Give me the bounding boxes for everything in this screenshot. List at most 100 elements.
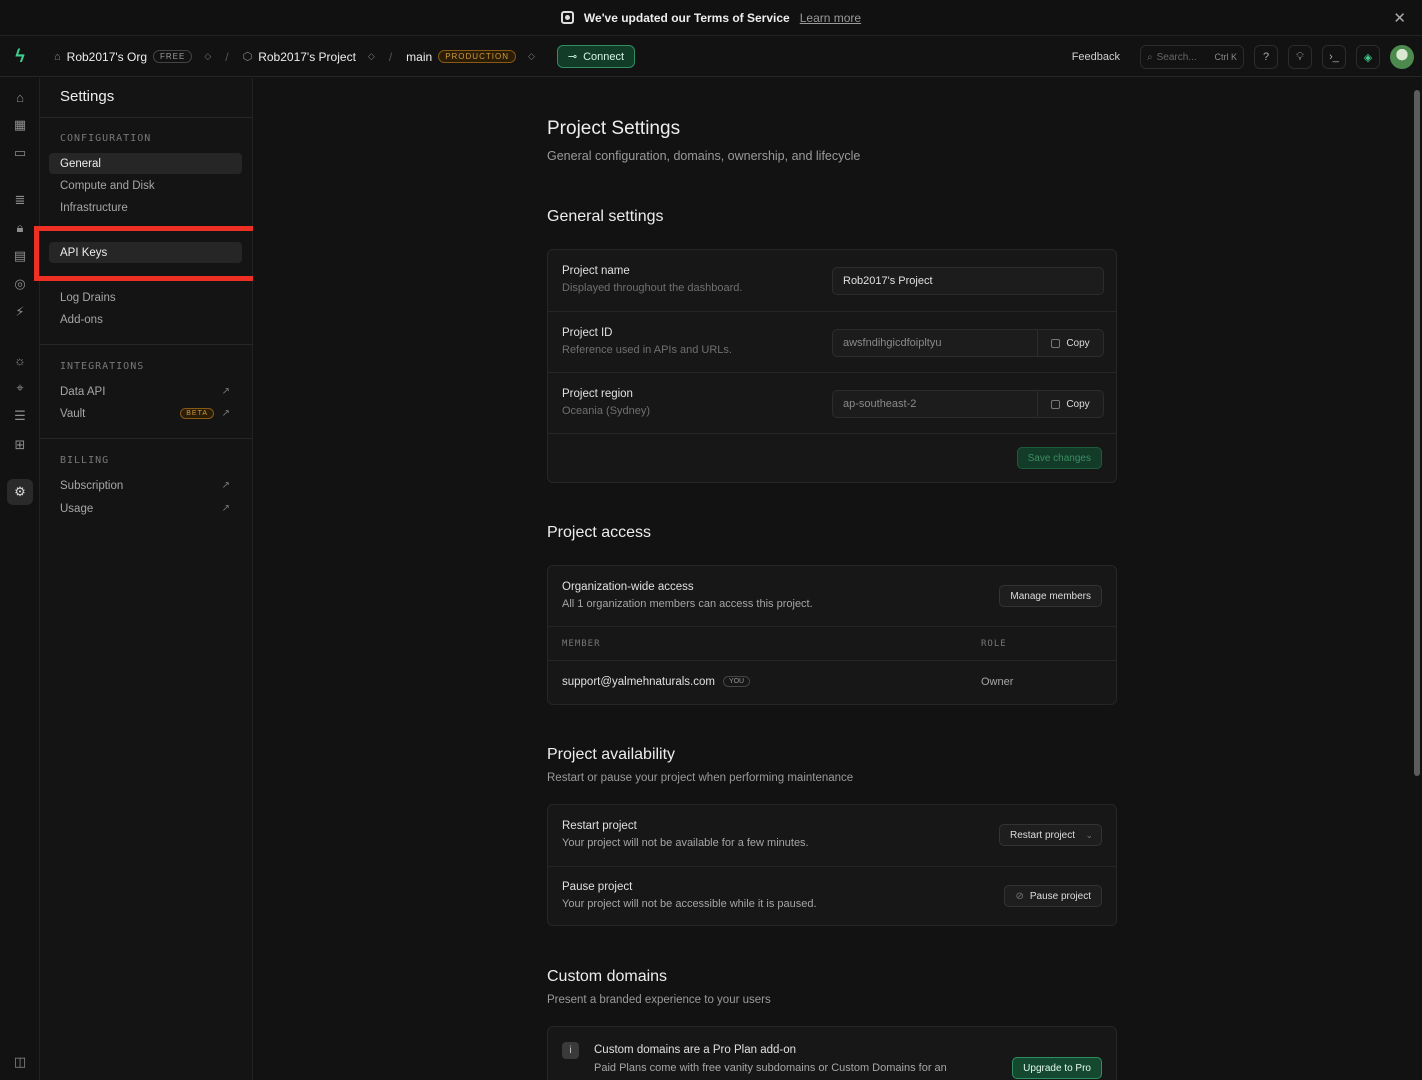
project-access-card: Organization-wide access All 1 organizat… bbox=[547, 565, 1117, 705]
connect-button[interactable]: ⊸ Connect bbox=[556, 45, 636, 68]
sidebar-item-general[interactable]: General bbox=[49, 153, 242, 174]
org-name[interactable]: Rob2017's Org bbox=[67, 50, 147, 64]
storage-icon[interactable]: ▤ bbox=[11, 247, 29, 265]
section-integrations: INTEGRATIONS bbox=[60, 361, 145, 372]
project-region-value: ap-southeast-2 bbox=[843, 398, 917, 410]
breadcrumb-separator: / bbox=[225, 49, 229, 64]
copy-icon bbox=[1051, 399, 1061, 409]
help-icon[interactable]: ? bbox=[1254, 45, 1278, 69]
sidebar-item-vault[interactable]: Vault BETA ↗ bbox=[49, 403, 242, 424]
general-settings-card: Project name Displayed throughout the da… bbox=[547, 249, 1117, 483]
breadcrumb-separator: / bbox=[388, 49, 393, 64]
copy-label: Copy bbox=[1066, 337, 1090, 349]
sidebar-item-log-drains[interactable]: Log Drains bbox=[49, 287, 242, 308]
supabase-logo-icon[interactable]: ϟ bbox=[0, 37, 40, 77]
sidebar-item-compute-disk[interactable]: Compute and Disk bbox=[49, 175, 242, 196]
pause-label-text: Pause project bbox=[1029, 890, 1091, 902]
manage-members-button[interactable]: Manage members bbox=[999, 585, 1102, 607]
project-name[interactable]: Rob2017's Project bbox=[258, 50, 356, 64]
search-input[interactable]: ⌕ Search... Ctrl K bbox=[1140, 45, 1244, 69]
sidebar-item-data-api[interactable]: Data API ↗ bbox=[49, 381, 242, 402]
advisors-icon[interactable]: ☼ bbox=[11, 351, 29, 369]
divider bbox=[40, 117, 253, 118]
section-billing: BILLING bbox=[60, 455, 110, 466]
realtime-icon[interactable]: ◎ bbox=[11, 275, 29, 293]
breadcrumb: ⌂ Rob2017's Org FREE ◇ / ⬡ Rob2017's Pro… bbox=[54, 50, 535, 64]
sidebar-item-subscription[interactable]: Subscription ↗ bbox=[49, 475, 242, 496]
branch-name[interactable]: main bbox=[406, 50, 432, 64]
info-icon bbox=[560, 11, 574, 24]
table-row: support@yalmehnaturals.com YOU Owner bbox=[548, 660, 1116, 704]
project-icon: ⬡ bbox=[242, 51, 253, 63]
close-icon[interactable]: ✕ bbox=[1393, 9, 1406, 27]
info-icon: i bbox=[562, 1042, 579, 1059]
org-plan-badge: FREE bbox=[153, 50, 193, 63]
member-email: support@yalmehnaturals.com YOU bbox=[562, 676, 751, 688]
home-icon[interactable]: ⌂ bbox=[11, 88, 29, 106]
custom-domains-card: i Custom domains are a Pro Plan add-on P… bbox=[547, 1026, 1117, 1080]
project-availability-card: Restart project Your project will not be… bbox=[547, 804, 1117, 926]
save-changes-button[interactable]: Save changes bbox=[1016, 447, 1102, 469]
auth-lock-icon[interactable]: 🔒︎ bbox=[11, 219, 29, 237]
project-availability-heading: Project availability bbox=[547, 746, 676, 763]
beta-badge: BETA bbox=[180, 408, 214, 419]
copy-icon bbox=[1051, 338, 1061, 348]
external-link-icon: ↗ bbox=[221, 480, 230, 491]
banner-text: We've updated our Terms of Service bbox=[583, 10, 790, 25]
custom-domains-subtitle: Present a branded experience to your use… bbox=[547, 994, 771, 1006]
chevron-updown-icon[interactable]: ◇ bbox=[368, 51, 375, 62]
table-editor-icon[interactable]: ▦ bbox=[11, 116, 29, 134]
collapse-sidebar-icon[interactable]: ◫ bbox=[11, 1053, 29, 1071]
restart-project-button[interactable]: Restart project ⌄ bbox=[998, 824, 1102, 846]
learn-more-link[interactable]: Learn more bbox=[800, 11, 861, 25]
project-id-desc: Reference used in APIs and URLs. bbox=[562, 344, 732, 356]
branch-env-badge: PRODUCTION bbox=[438, 50, 516, 63]
chevron-updown-icon[interactable]: ◇ bbox=[204, 51, 211, 62]
settings-gear-icon[interactable]: ⚙ bbox=[7, 479, 33, 505]
avatar[interactable] bbox=[1390, 45, 1414, 69]
sidebar-item-infrastructure[interactable]: Infrastructure bbox=[49, 197, 242, 218]
divider bbox=[40, 438, 253, 439]
logs-icon[interactable]: ☰ bbox=[11, 407, 29, 425]
database-icon[interactable]: ≣ bbox=[11, 191, 29, 209]
project-region-desc: Oceania (Sydney) bbox=[562, 405, 651, 417]
sidebar-item-usage[interactable]: Usage ↗ bbox=[49, 498, 242, 519]
integrations-icon[interactable]: ⊞ bbox=[11, 436, 29, 454]
search-placeholder: Search... bbox=[1156, 51, 1197, 63]
pause-label: Pause project bbox=[562, 881, 633, 893]
edge-functions-icon[interactable]: ⚡︎ bbox=[11, 303, 29, 321]
pause-desc: Your project will not be accessible whil… bbox=[562, 898, 817, 910]
external-link-icon: ↗ bbox=[221, 503, 230, 514]
scrollbar[interactable] bbox=[1414, 90, 1420, 776]
sidebar-title: Settings bbox=[60, 88, 115, 105]
search-icon: ⌕ bbox=[1147, 51, 1153, 63]
feedback-button[interactable]: Feedback bbox=[1072, 51, 1120, 63]
advisor-icon[interactable]: ◈ bbox=[1356, 45, 1380, 69]
upgrade-to-pro-button[interactable]: Upgrade to Pro bbox=[1012, 1057, 1102, 1079]
sql-editor-icon[interactable]: ▭ bbox=[11, 144, 29, 162]
sidebar-item-add-ons[interactable]: Add-ons bbox=[49, 309, 242, 330]
project-name-input[interactable]: Rob2017's Project bbox=[832, 267, 1104, 295]
copy-region-button[interactable]: Copy bbox=[1037, 391, 1103, 417]
project-name-desc: Displayed throughout the dashboard. bbox=[562, 282, 743, 294]
member-email-text: support@yalmehnaturals.com bbox=[562, 676, 715, 688]
copy-project-id-button[interactable]: Copy bbox=[1037, 330, 1103, 356]
pause-icon: ⊘ bbox=[1015, 890, 1024, 902]
project-name-label: Project name bbox=[562, 265, 630, 277]
copy-label: Copy bbox=[1066, 398, 1090, 410]
project-id-row: Project ID Reference used in APIs and UR… bbox=[548, 311, 1116, 372]
pause-project-button[interactable]: ⊘ Pause project bbox=[1004, 885, 1102, 907]
chevron-updown-icon[interactable]: ◇ bbox=[528, 51, 535, 62]
reports-icon[interactable]: ⌖ bbox=[11, 379, 29, 397]
project-region-row: Project region Oceania (Sydney) ap-south… bbox=[548, 372, 1116, 433]
domains-notice-title: Custom domains are a Pro Plan add-on bbox=[594, 1044, 796, 1056]
sidebar-item-label: Usage bbox=[60, 502, 94, 515]
restart-label-text: Restart project bbox=[1009, 829, 1075, 841]
section-configuration: CONFIGURATION bbox=[60, 133, 152, 144]
availability-subtitle: Restart or pause your project when perfo… bbox=[547, 772, 854, 784]
terminal-icon[interactable]: ›_ bbox=[1322, 45, 1346, 69]
page-title: Project Settings bbox=[547, 118, 681, 139]
custom-domains-heading: Custom domains bbox=[547, 968, 668, 985]
lightbulb-icon[interactable]: 💡︎ bbox=[1288, 45, 1312, 69]
top-header: ϟ ⌂ Rob2017's Org FREE ◇ / ⬡ Rob2017's P… bbox=[0, 37, 1422, 77]
